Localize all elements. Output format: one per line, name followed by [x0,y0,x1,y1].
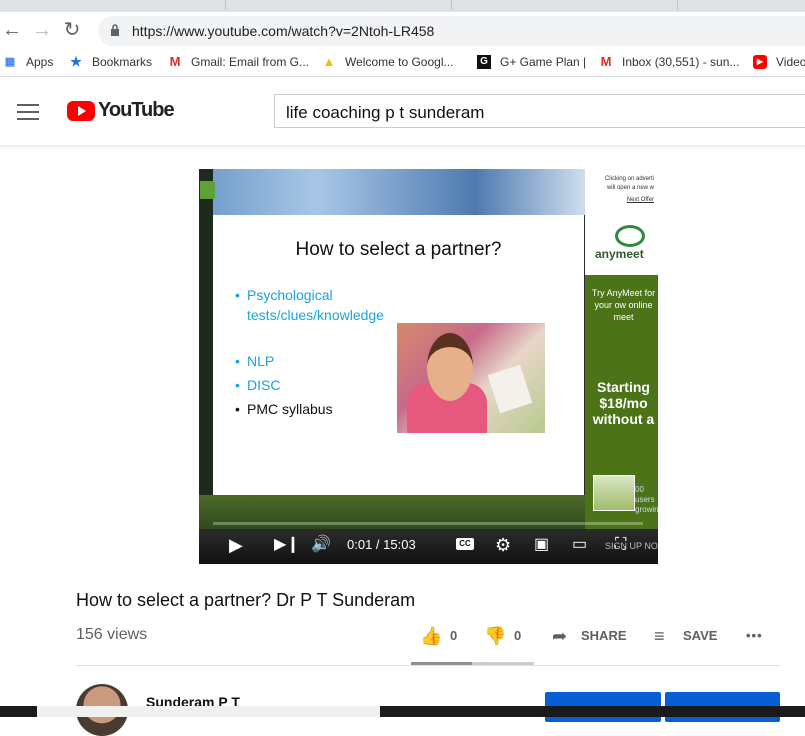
more-actions-icon[interactable]: ••• [746,628,763,643]
ad-try-text: Try AnyMeet for your ow online meet [591,288,656,322]
ad-signup-text[interactable]: SIGN UP NO [605,541,658,551]
bookmark-game-plan[interactable]: G+ Game Plan | [500,55,586,69]
time-display: 0:01 / 15:03 [347,537,416,552]
chat-bubble-icon [615,225,645,247]
dislike-icon[interactable]: 👎 [484,626,506,647]
menu-icon[interactable] [17,104,39,120]
side-advertisement[interactable]: Clicking on adverti will open a new w Ne… [585,169,658,529]
player-controls [199,529,658,564]
dislike-count[interactable]: 0 [514,628,521,643]
progress-bar[interactable] [213,522,643,525]
lock-icon [111,24,119,36]
save-button[interactable]: SAVE [683,628,717,643]
bookmark-video[interactable]: Video [776,55,805,69]
url-text[interactable]: https://www.youtube.com/watch?v=2Ntoh-LR… [132,23,434,39]
divider [76,665,780,666]
browser-tab[interactable] [226,0,452,10]
reload-icon[interactable]: ↻ [61,19,83,41]
browser-tab[interactable] [678,0,805,10]
settings-gear-icon[interactable]: ⚙ [495,535,511,555]
presentation-slide: How to select a partner? • Psychological … [213,215,584,495]
ad-price-text: Starting $18/mo without a [592,379,655,427]
slide-photo [397,323,545,433]
captions-icon[interactable]: CC [456,538,474,550]
share-icon[interactable]: ➦ [552,626,567,647]
video-player[interactable]: How to select a partner? • Psychological … [199,169,658,564]
star-icon: ★ [70,54,82,69]
slide-bullet: tests/clues/knowledge [247,307,384,323]
miniplayer-icon[interactable]: ▣ [534,535,549,555]
presentation-toggle-icon [200,181,215,199]
volume-icon[interactable]: 🔊 [311,535,331,555]
browser-tab[interactable] [452,0,678,10]
play-icon[interactable]: ▶ [229,535,243,555]
forward-icon[interactable]: → [31,19,53,41]
bookmark-apps[interactable]: Apps [26,55,53,69]
like-icon[interactable]: 👍 [420,626,442,647]
ad-logo: anymeet [585,215,658,275]
ad-thumbnail [593,475,635,511]
view-count: 156 views [76,626,148,643]
game-plan-icon: G [477,55,491,69]
search-input[interactable]: life coaching p t sunderam [274,94,805,128]
gmail-icon: M [600,54,612,69]
tab-strip [0,0,805,12]
google-drive-icon: ▲ [322,54,336,69]
header-shadow [0,145,805,149]
save-playlist-icon[interactable]: ≡ [654,626,665,647]
next-offer-link[interactable]: Next Offer [585,196,654,205]
slide-bullet: • DISC [235,377,281,393]
bookmark-gmail[interactable]: Gmail: Email from G... [191,55,309,69]
bookmark-bookmarks[interactable]: Bookmarks [92,55,152,69]
ad-notice: Clicking on adverti will open a new w Ne… [585,169,658,215]
slide-bullet: • NLP [235,353,275,369]
bookmark-welcome[interactable]: Welcome to Googl... [345,55,454,69]
taskbar-search[interactable] [37,706,380,717]
gmail-icon: M [169,54,181,69]
apps-grid-icon: ▦ [4,56,16,68]
browser-tab[interactable] [0,0,226,10]
share-button[interactable]: SHARE [581,628,627,643]
video-sky-banner [199,169,594,215]
video-left-bar [199,169,213,529]
theater-mode-icon[interactable]: ▭ [572,535,587,555]
video-title: How to select a partner? Dr P T Sunderam [76,590,416,610]
slide-bullet: • Psychological [235,287,333,303]
ad-growing-text: 00 users growing! [635,485,658,514]
youtube-logo-icon[interactable] [67,101,95,121]
taskbar [0,706,805,717]
slide-bullet: • PMC syllabus [235,401,333,417]
back-icon[interactable]: ← [1,19,23,41]
like-count[interactable]: 0 [450,628,457,643]
youtube-wordmark[interactable]: YouTube [98,99,175,122]
bookmark-inbox[interactable]: Inbox (30,551) - sun... [622,55,739,69]
slide-title: How to select a partner? [295,239,502,260]
next-icon[interactable]: ▶❙ [274,535,300,555]
youtube-icon: ▶ [753,55,767,69]
